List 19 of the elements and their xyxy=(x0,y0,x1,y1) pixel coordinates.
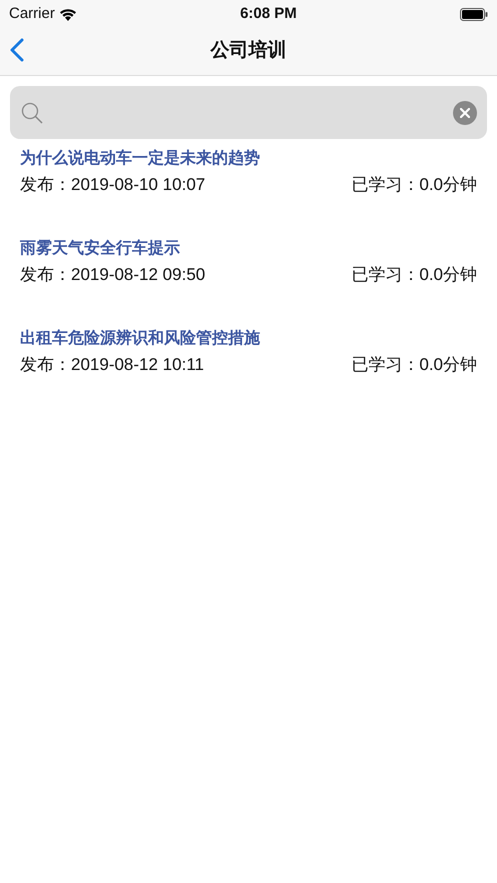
publish-date: 发布：2019-08-12 09:50 xyxy=(20,264,206,286)
study-time: 已学习：0.0分钟 xyxy=(351,354,477,376)
article-title[interactable]: 雨雾天气安全行车提示 xyxy=(20,239,477,259)
status-time: 6:08 PM xyxy=(240,4,297,24)
back-icon xyxy=(10,38,24,62)
article-title[interactable]: 为什么说电动车一定是未来的趋势 xyxy=(20,149,477,169)
page-title: 公司培训 xyxy=(210,38,286,64)
wifi-icon xyxy=(58,8,77,20)
battery-icon xyxy=(460,8,488,20)
search-field[interactable] xyxy=(10,86,487,139)
article-title[interactable]: 出租车危险源辨识和风险管控措施 xyxy=(20,329,477,349)
close-icon xyxy=(460,108,470,118)
publish-date: 发布：2019-08-12 10:11 xyxy=(20,354,204,376)
carrier-text: Carrier xyxy=(9,4,55,24)
clear-button[interactable] xyxy=(453,100,477,124)
publish-date: 发布：2019-08-10 10:07 xyxy=(20,174,206,196)
search-icon xyxy=(20,100,44,124)
study-time: 已学习：0.0分钟 xyxy=(351,174,477,196)
study-time: 已学习：0.0分钟 xyxy=(351,264,477,286)
